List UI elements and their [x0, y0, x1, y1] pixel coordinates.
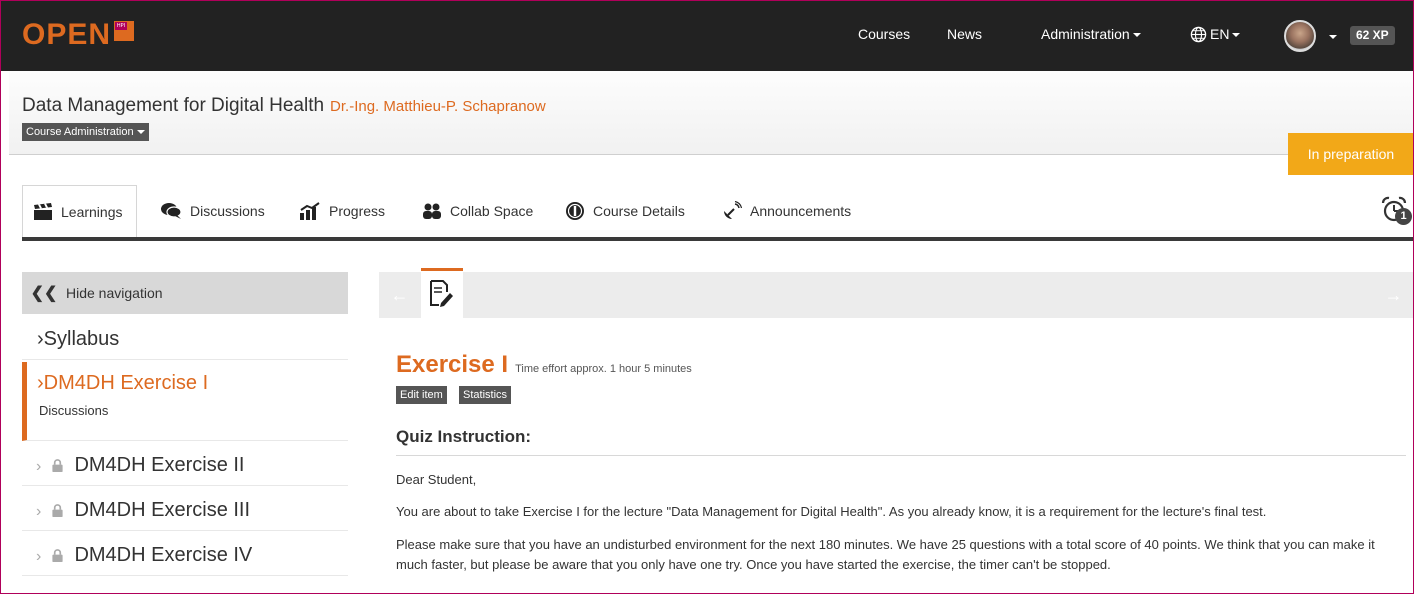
user-menu-chevron-down-icon[interactable]: [1329, 35, 1337, 39]
sidebar-subitem-discussions[interactable]: Discussions: [37, 403, 348, 418]
language-selector[interactable]: EN: [1190, 26, 1241, 43]
hide-navigation-label: Hide navigation: [66, 285, 163, 301]
sidebar-item-exercise-2[interactable]: › DM4DH Exercise II: [22, 444, 348, 486]
greeting-text: Dear Student,: [396, 472, 477, 487]
sidebar-item-title: ›DM4DH Exercise I: [37, 372, 348, 395]
sidebar-item-label: DM4DH Exercise III: [74, 499, 251, 521]
sidebar-item-exercise-4[interactable]: › DM4DH Exercise IV: [22, 534, 348, 576]
satellite-icon: [724, 201, 742, 219]
top-navbar: OPEN HPI Courses News Administration EN …: [0, 0, 1414, 71]
user-avatar[interactable]: [1284, 20, 1316, 52]
instruction-paragraph-1: You are about to take Exercise I for the…: [396, 504, 1267, 519]
quiz-instruction-heading: Quiz Instruction:: [396, 427, 1406, 456]
chevron-right-icon: ›: [36, 458, 42, 475]
tab-discussions[interactable]: Discussions: [160, 185, 265, 237]
nav-courses-link[interactable]: Courses: [858, 26, 910, 42]
tab-label: Course Details: [593, 203, 685, 219]
lock-icon: [52, 459, 63, 472]
tab-announcements[interactable]: Announcements: [722, 185, 851, 237]
edit-item-button[interactable]: Edit item: [396, 386, 447, 404]
next-item-arrow-icon[interactable]: →: [1373, 272, 1414, 318]
chat-bubble-icon: [161, 203, 182, 219]
openhpi-logo[interactable]: OPEN HPI: [22, 18, 135, 52]
sidebar-item-syllabus[interactable]: ›Syllabus: [22, 318, 348, 360]
lock-icon: [52, 504, 63, 517]
double-chevron-left-icon: ❮❮: [30, 285, 58, 302]
xp-badge[interactable]: 62 XP: [1350, 26, 1395, 45]
globe-icon: [1190, 26, 1207, 43]
course-title-line: Data Management for Digital Health Dr.-In…: [22, 95, 546, 117]
course-teacher-link[interactable]: Dr.-Ing. Matthieu-P. Schapranow: [330, 98, 546, 115]
previous-item-arrow-icon[interactable]: ←: [379, 272, 420, 318]
time-effort-text: Time effort approx. 1 hour 5 minutes: [515, 363, 692, 375]
chevron-right-icon: ›: [36, 503, 42, 520]
chart-icon: [300, 202, 320, 220]
tab-label: Collab Space: [450, 203, 534, 219]
hpi-badge-icon: HPI: [114, 21, 135, 41]
sidebar-item-label: DM4DH Exercise IV: [74, 544, 253, 566]
nav-administration-label: Administration: [1041, 26, 1130, 42]
sidebar-item-exercise-3[interactable]: › DM4DH Exercise III: [22, 489, 348, 531]
chevron-right-icon: ›: [37, 372, 44, 394]
hpi-badge-label: HPI: [115, 22, 128, 30]
status-badge: In preparation: [1288, 133, 1414, 175]
tab-label: Discussions: [190, 203, 265, 219]
tab-collab-space[interactable]: Collab Space: [422, 185, 533, 237]
instruction-paragraph-2: Please make sure that you have an undist…: [396, 537, 1375, 572]
sidebar-item-label: DM4DH Exercise II: [74, 454, 245, 476]
tab-label: Announcements: [750, 203, 852, 219]
course-title: Data Management for Digital Health: [22, 95, 325, 116]
tab-label: Learnings: [61, 203, 123, 220]
sidebar-item-label: DM4DH Exercise I: [43, 372, 209, 394]
clapperboard-icon: [34, 202, 52, 220]
nav-administration-menu[interactable]: Administration: [1041, 26, 1141, 42]
hide-navigation-button[interactable]: ❮❮ Hide navigation: [22, 272, 348, 314]
logo-text: OPEN: [22, 18, 112, 51]
chevron-right-icon: ›: [36, 548, 42, 565]
tab-course-details[interactable]: Course Details: [565, 185, 685, 237]
users-icon: [423, 203, 441, 219]
chevron-down-icon: [136, 130, 145, 135]
sidebar-item-exercise-1[interactable]: ›DM4DH Exercise I Discussions: [22, 362, 348, 441]
exercise-title-line: Exercise I Time effort approx. 1 hour 5 m…: [396, 351, 692, 379]
quiz-item-tab[interactable]: [421, 268, 463, 318]
exercise-title: Exercise I: [396, 351, 509, 378]
course-administration-dropdown[interactable]: Course Administration: [22, 123, 149, 141]
chevron-down-icon: [1232, 33, 1241, 38]
notification-count-badge: 1: [1395, 208, 1412, 225]
lock-icon: [52, 549, 63, 562]
course-header: Data Management for Digital Health Dr.-In…: [9, 71, 1414, 155]
info-icon: [566, 202, 584, 220]
item-navigation-bar: [379, 272, 1414, 318]
tab-label: Progress: [329, 203, 386, 219]
tab-learnings[interactable]: Learnings: [22, 185, 137, 237]
tab-progress[interactable]: Progress: [299, 185, 385, 237]
sidebar-item-label: Syllabus: [43, 328, 120, 350]
nav-news-link[interactable]: News: [947, 26, 982, 42]
chevron-down-icon: [1132, 33, 1141, 38]
course-administration-label: Course Administration: [26, 126, 134, 138]
course-tabs: Learnings Discussions Progress Collab Sp…: [22, 185, 1414, 241]
chevron-right-icon: ›: [37, 328, 44, 350]
language-label: EN: [1210, 26, 1230, 42]
quiz-edit-icon: [430, 280, 453, 307]
statistics-button[interactable]: Statistics: [459, 386, 512, 404]
